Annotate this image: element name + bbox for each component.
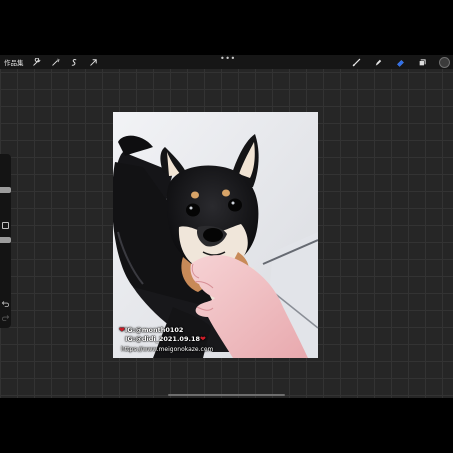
watermark-line-1: ❤IG:@month0102: [119, 326, 184, 334]
more-actions-button[interactable]: •••: [220, 55, 236, 63]
brush-size-slider[interactable]: [0, 187, 11, 193]
top-letterbox: [0, 0, 453, 55]
brush-icon[interactable]: [351, 57, 362, 68]
dog-illustration: [113, 112, 318, 358]
opacity-slider[interactable]: [0, 237, 11, 243]
eraser-icon[interactable]: [395, 57, 406, 68]
home-indicator[interactable]: [168, 394, 285, 396]
undo-icon[interactable]: [1, 299, 10, 308]
top-toolbar: 作品集 •••: [0, 55, 453, 69]
magic-wand-icon[interactable]: [50, 57, 61, 68]
heart-icon: ❤: [200, 335, 206, 343]
watermark-url: https://www.meigonokaze.com: [121, 346, 214, 353]
selection-icon[interactable]: [69, 57, 80, 68]
transform-arrow-icon[interactable]: [88, 57, 99, 68]
redo-icon[interactable]: [1, 313, 10, 322]
watermark-line-2: IG:@didi_2021.09.18❤: [125, 335, 206, 343]
wrench-icon[interactable]: [31, 57, 42, 68]
left-sidebar: [0, 154, 11, 328]
artwork-canvas[interactable]: ❤IG:@month0102 IG:@didi_2021.09.18❤ http…: [113, 112, 318, 358]
color-picker[interactable]: [439, 56, 450, 68]
layers-icon[interactable]: [417, 57, 428, 68]
procreate-screen: 作品集 ••• ❤IG:@month0102 IG:@didi_2021.09.…: [0, 55, 453, 398]
bottom-letterbox: [0, 398, 453, 453]
gallery-button[interactable]: 作品集: [4, 57, 24, 67]
tool-group: [351, 55, 453, 69]
modify-button[interactable]: [2, 222, 9, 229]
smudge-icon[interactable]: [373, 57, 384, 68]
